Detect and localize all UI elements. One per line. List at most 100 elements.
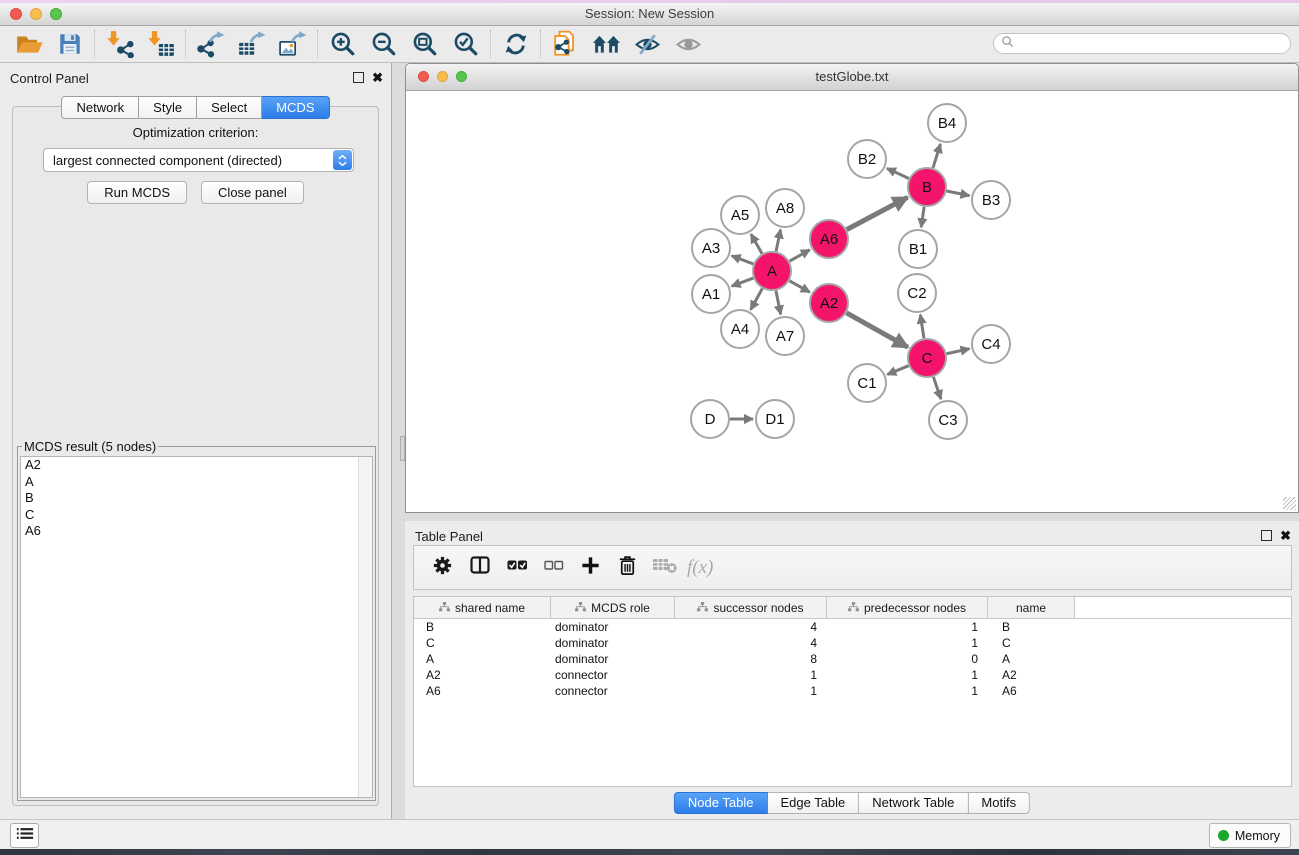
network-zoom-button[interactable]: [456, 71, 467, 82]
export-table-button[interactable]: [231, 29, 272, 60]
graph-edge-C-C3[interactable]: [933, 377, 941, 399]
column-header-shared-name[interactable]: shared name: [414, 597, 551, 618]
tab-mcds[interactable]: MCDS: [262, 96, 329, 119]
table-cell[interactable]: 1: [827, 683, 988, 699]
table-cell[interactable]: 1: [827, 667, 988, 683]
graph-node-A4[interactable]: A4: [721, 310, 759, 348]
tab-select[interactable]: Select: [197, 96, 262, 119]
table-cell[interactable]: 1: [675, 683, 827, 699]
toggle-columns-button[interactable]: [461, 552, 498, 584]
mcds-result-item[interactable]: A6: [21, 523, 372, 540]
table-cell[interactable]: 0: [827, 651, 988, 667]
table-cell[interactable]: 1: [827, 619, 988, 635]
table-row[interactable]: Adominator80A: [414, 651, 1291, 667]
zoom-fit-button[interactable]: [404, 29, 445, 60]
graph-edge-C-C2[interactable]: [920, 315, 924, 338]
table-cell[interactable]: 8: [675, 651, 827, 667]
tab-style[interactable]: Style: [139, 96, 197, 119]
graph-edge-A-A1[interactable]: [732, 278, 754, 286]
zoom-in-button[interactable]: [322, 29, 363, 60]
tab-edge-table[interactable]: Edge Table: [767, 792, 859, 814]
table-cell[interactable]: dominator: [551, 651, 675, 667]
panel-splitter-handle[interactable]: [400, 436, 405, 461]
float-table-panel-icon[interactable]: [1261, 530, 1272, 541]
table-cell[interactable]: B: [414, 619, 551, 635]
table-cell[interactable]: connector: [551, 667, 675, 683]
table-cell[interactable]: 1: [675, 667, 827, 683]
column-header-successor-nodes[interactable]: successor nodes: [675, 597, 827, 618]
graph-node-B1[interactable]: B1: [899, 230, 937, 268]
network-close-button[interactable]: [418, 71, 429, 82]
close-table-panel-icon[interactable]: ✖: [1280, 531, 1291, 541]
graph-edge-A-A8[interactable]: [776, 230, 781, 252]
graph-node-A3[interactable]: A3: [692, 229, 730, 267]
table-cell[interactable]: 4: [675, 635, 827, 651]
table-row[interactable]: A6connector11A6: [414, 683, 1291, 699]
table-cell[interactable]: A2: [988, 667, 1075, 683]
tab-network-table[interactable]: Network Table: [859, 792, 968, 814]
table-cell[interactable]: dominator: [551, 635, 675, 651]
delete-columns-button[interactable]: [609, 552, 646, 584]
graph-edge-A-A6[interactable]: [789, 250, 809, 261]
import-network-button[interactable]: [99, 29, 140, 60]
graph-node-C2[interactable]: C2: [898, 274, 936, 312]
export-network-button[interactable]: [190, 29, 231, 60]
graph-node-D1[interactable]: D1: [756, 400, 794, 438]
import-table-button[interactable]: [140, 29, 181, 60]
table-cell[interactable]: connector: [551, 683, 675, 699]
column-header-MCDS-role[interactable]: MCDS role: [551, 597, 675, 618]
select-all-rows-button[interactable]: [498, 552, 535, 584]
optimization-criterion-select[interactable]: largest connected component (directed): [43, 148, 354, 172]
refresh-button[interactable]: [495, 29, 536, 60]
network-graph[interactable]: B4B2BB3A8A5A6A3B1AA1C2A2A4A7C4CC1C3DD1: [406, 91, 1298, 513]
mcds-result-item[interactable]: A2: [21, 457, 372, 474]
zoom-out-button[interactable]: [363, 29, 404, 60]
table-cell[interactable]: 4: [675, 619, 827, 635]
tab-network[interactable]: Network: [61, 96, 139, 119]
graph-edge-B-B4[interactable]: [933, 144, 940, 168]
graph-edge-C-C4[interactable]: [947, 349, 970, 354]
table-cell[interactable]: C: [414, 635, 551, 651]
graph-node-A6[interactable]: A6: [810, 220, 848, 258]
graph-edge-A-A2[interactable]: [789, 281, 809, 292]
graph-edge-A6-B[interactable]: [847, 197, 908, 229]
graph-node-A[interactable]: A: [753, 252, 791, 290]
task-history-button[interactable]: [10, 823, 39, 848]
mcds-result-item[interactable]: B: [21, 490, 372, 507]
graph-node-C1[interactable]: C1: [848, 364, 886, 402]
show-all-button[interactable]: [668, 29, 709, 60]
open-session-button[interactable]: [8, 29, 49, 60]
graph-node-C4[interactable]: C4: [972, 325, 1010, 363]
graph-edge-A-A5[interactable]: [751, 234, 762, 254]
graph-edge-B-B3[interactable]: [947, 191, 970, 196]
network-canvas[interactable]: B4B2BB3A8A5A6A3B1AA1C2A2A4A7C4CC1C3DD1: [406, 91, 1298, 513]
table-row[interactable]: A2connector11A2: [414, 667, 1291, 683]
export-image-button[interactable]: [272, 29, 313, 60]
table-cell[interactable]: C: [988, 635, 1075, 651]
table-cell[interactable]: B: [988, 619, 1075, 635]
tab-node-table[interactable]: Node Table: [674, 792, 768, 814]
table-row[interactable]: Bdominator41B: [414, 619, 1291, 635]
table-cell[interactable]: 1: [827, 635, 988, 651]
first-neighbors-button[interactable]: [586, 29, 627, 60]
minimize-window-button[interactable]: [30, 8, 42, 20]
zoom-window-button[interactable]: [50, 8, 62, 20]
hide-selected-button[interactable]: [627, 29, 668, 60]
graph-node-A8[interactable]: A8: [766, 189, 804, 227]
add-column-button[interactable]: [572, 552, 609, 584]
graph-edge-B-B2[interactable]: [887, 168, 909, 178]
delete-table-button[interactable]: [646, 552, 683, 584]
table-cell[interactable]: A6: [414, 683, 551, 699]
run-mcds-button[interactable]: Run MCDS: [87, 181, 187, 204]
tab-motifs[interactable]: Motifs: [968, 792, 1030, 814]
graph-node-A2[interactable]: A2: [810, 284, 848, 322]
graph-node-D[interactable]: D: [691, 400, 729, 438]
graph-node-B[interactable]: B: [908, 168, 946, 206]
zoom-selected-button[interactable]: [445, 29, 486, 60]
graph-node-C3[interactable]: C3: [929, 401, 967, 439]
close-panel-button[interactable]: Close panel: [201, 181, 304, 204]
graph-node-A7[interactable]: A7: [766, 317, 804, 355]
table-cell[interactable]: A: [414, 651, 551, 667]
mcds-result-item[interactable]: A: [21, 474, 372, 491]
close-window-button[interactable]: [10, 8, 22, 20]
